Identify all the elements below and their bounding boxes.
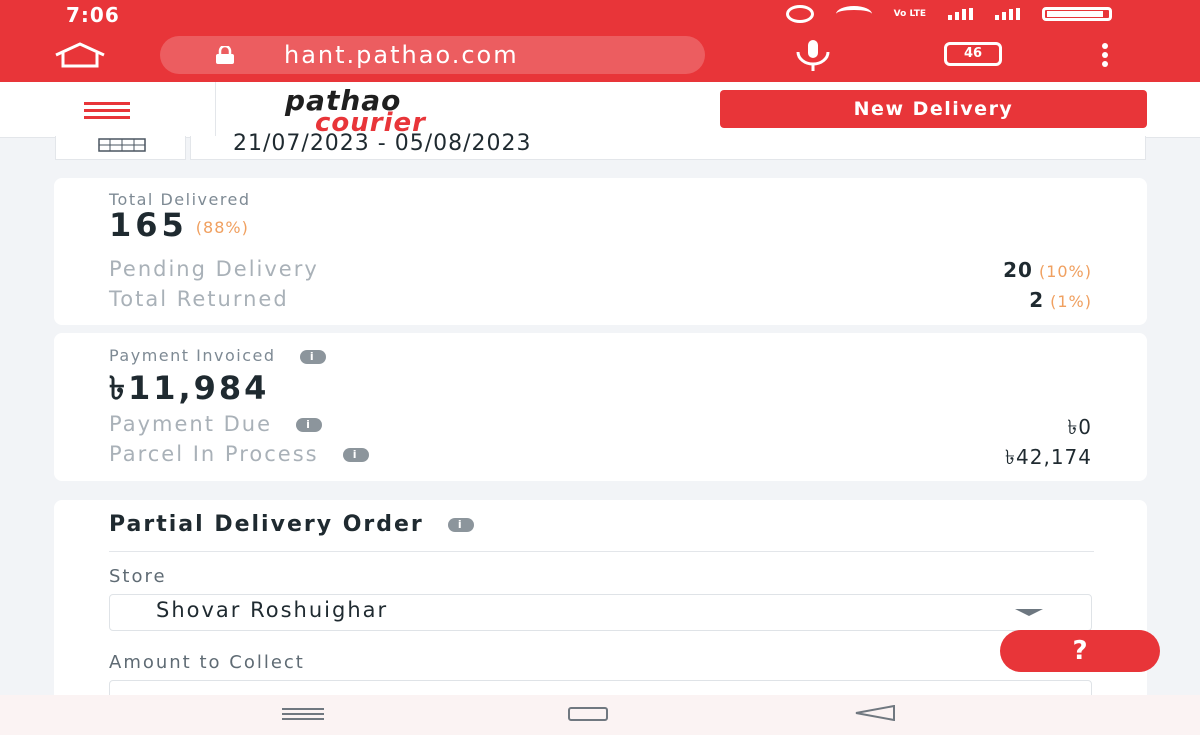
header-divider: [215, 82, 216, 138]
address-bar[interactable]: hant.pathao.com: [160, 36, 705, 74]
info-icon[interactable]: i: [296, 418, 323, 432]
info-icon[interactable]: i: [342, 448, 369, 462]
network-type-label: Vo LTE: [893, 9, 926, 19]
lock-icon: [216, 46, 234, 64]
pending-delivery-pct: (10%): [1038, 262, 1092, 281]
partial-delivery-title-row: Partial Delivery Order i: [109, 512, 474, 537]
alarm-icon: [785, 5, 814, 23]
delivery-summary-card: Total Delivered 165 (88%) Pending Deliver…: [54, 178, 1147, 325]
payment-invoiced-value: ৳11,984: [109, 369, 270, 407]
store-label: Store: [109, 566, 167, 587]
payment-due-label-row: Payment Due i: [109, 412, 323, 436]
url-text[interactable]: hant.pathao.com: [284, 41, 519, 69]
hamburger-menu-icon[interactable]: [84, 100, 130, 120]
total-delivered-value-row: 165 (88%): [109, 206, 249, 244]
date-range-filter: 21/07/2023 - 05/08/2023: [55, 131, 1146, 162]
new-delivery-button[interactable]: New Delivery: [720, 90, 1147, 128]
chevron-down-icon: [1015, 609, 1043, 616]
recent-apps-icon[interactable]: [282, 707, 324, 721]
mic-icon[interactable]: [790, 38, 836, 72]
total-returned-pct: (1%): [1050, 292, 1092, 311]
total-returned-value: 2: [1029, 288, 1045, 312]
total-returned-value-row: 2 (1%): [1029, 288, 1092, 312]
status-time: 7:06: [66, 3, 120, 27]
system-navigation-bar: [0, 695, 1200, 735]
signal-icon: [948, 8, 973, 20]
calendar-icon: [98, 138, 146, 152]
total-returned-label: Total Returned: [109, 287, 289, 311]
date-range-input[interactable]: 21/07/2023 - 05/08/2023: [190, 131, 1146, 160]
pathao-courier-logo[interactable]: pathao courier: [285, 84, 515, 138]
wifi-icon: [835, 6, 872, 22]
pending-delivery-value: 20: [1003, 258, 1033, 282]
status-icons: Vo LTE: [785, 5, 1112, 23]
signal-icon-2: [995, 8, 1020, 20]
more-icon[interactable]: [1100, 42, 1110, 68]
info-icon[interactable]: i: [299, 349, 326, 364]
pending-delivery-value-row: 20 (10%): [1003, 258, 1092, 282]
date-range-text: 21/07/2023 - 05/08/2023: [233, 131, 532, 156]
total-delivered-value: 165: [109, 206, 188, 244]
nav-home-icon[interactable]: [568, 707, 608, 721]
payment-due-value: ৳0: [1067, 415, 1092, 439]
payment-due-label: Payment Due: [109, 412, 273, 436]
browser-toolbar: hant.pathao.com 46: [0, 30, 1200, 82]
parcel-in-process-label: Parcel In Process: [109, 442, 319, 466]
back-icon[interactable]: [854, 705, 896, 721]
info-icon[interactable]: i: [447, 518, 474, 532]
store-select[interactable]: Shovar Roshuighar: [109, 594, 1092, 631]
help-button[interactable]: ?: [1000, 630, 1160, 672]
status-bar: 7:06 Vo LTE: [0, 0, 1200, 30]
section-divider: [109, 551, 1094, 552]
total-delivered-pct: (88%): [195, 217, 249, 237]
pending-delivery-label: Pending Delivery: [109, 257, 319, 281]
app-header: pathao courier New Delivery: [0, 82, 1200, 138]
parcel-in-process-label-row: Parcel In Process i: [109, 442, 369, 466]
store-select-value: Shovar Roshuighar: [156, 598, 389, 622]
payment-summary-card: Payment Invoiced i ৳11,984 Payment Due i ৳…: [54, 333, 1147, 481]
parcel-in-process-value: ৳42,174: [1005, 445, 1092, 469]
partial-delivery-title: Partial Delivery Order: [109, 512, 424, 537]
battery-icon: [1042, 7, 1112, 21]
amount-to-collect-label: Amount to Collect: [109, 652, 305, 673]
calendar-button[interactable]: [55, 136, 186, 160]
tabs-icon[interactable]: 46: [944, 42, 1002, 66]
home-icon[interactable]: [52, 42, 108, 68]
